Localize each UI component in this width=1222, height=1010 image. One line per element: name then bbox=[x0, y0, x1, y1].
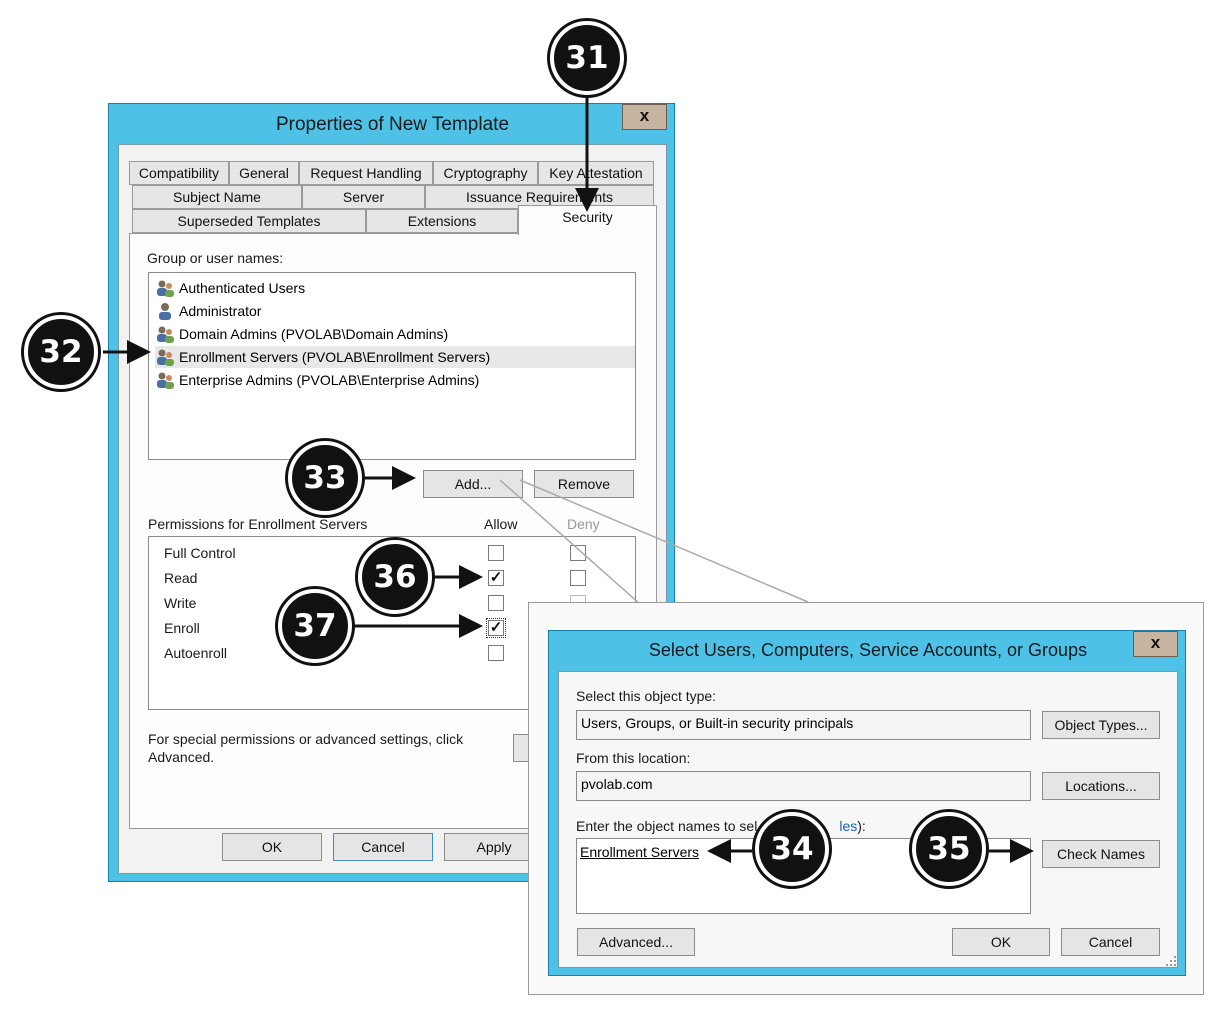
examples-link[interactable]: les bbox=[839, 818, 857, 834]
callout-34: 34 bbox=[755, 812, 829, 886]
read-allow-checkbox[interactable]: ✓ bbox=[488, 570, 504, 586]
list-item[interactable]: Domain Admins (PVOLAB\Domain Admins) bbox=[155, 323, 635, 345]
list-item-label: Enterprise Admins (PVOLAB\Enterprise Adm… bbox=[179, 372, 480, 388]
autoenroll-allow-checkbox[interactable] bbox=[488, 645, 504, 661]
permission-label: Autoenroll bbox=[164, 645, 228, 661]
list-item[interactable]: Authenticated Users bbox=[155, 277, 635, 299]
users-group-icon bbox=[157, 372, 174, 389]
tab-request-handling[interactable]: Request Handling bbox=[299, 161, 433, 185]
users-group-icon bbox=[157, 326, 174, 343]
object-type-field: Users, Groups, or Built-in security prin… bbox=[576, 710, 1031, 740]
user-list[interactable]: Authenticated Users Administrator Domain… bbox=[148, 272, 636, 460]
list-item-label: Domain Admins (PVOLAB\Domain Admins) bbox=[179, 326, 449, 342]
permission-label: Full Control bbox=[164, 545, 236, 561]
tab-general[interactable]: General bbox=[229, 161, 299, 185]
write-allow-checkbox[interactable] bbox=[488, 595, 504, 611]
object-types-button[interactable]: Object Types... bbox=[1042, 711, 1160, 739]
callout-32: 32 bbox=[24, 315, 98, 389]
object-type-label: Select this object type: bbox=[576, 688, 717, 704]
read-deny-checkbox[interactable] bbox=[570, 570, 586, 586]
select-users-dialog: Select Users, Computers, Service Account… bbox=[548, 630, 1186, 976]
resize-grip-icon[interactable] bbox=[1165, 955, 1177, 967]
add-button[interactable]: Add... bbox=[423, 470, 523, 498]
list-item[interactable]: Enterprise Admins (PVOLAB\Enterprise Adm… bbox=[155, 369, 635, 391]
permission-label: Enroll bbox=[164, 620, 200, 636]
list-item-selected[interactable]: Enrollment Servers (PVOLAB\Enrollment Se… bbox=[155, 346, 635, 368]
tab-key-attestation[interactable]: Key Attestation bbox=[538, 161, 654, 185]
select-close-button[interactable]: x bbox=[1133, 631, 1178, 657]
permission-label: Write bbox=[164, 595, 197, 611]
list-item-label: Administrator bbox=[179, 303, 262, 319]
allow-column-header: Allow bbox=[484, 516, 518, 532]
callout-36: 36 bbox=[358, 540, 432, 614]
callout-37: 37 bbox=[278, 589, 352, 663]
tab-cryptography[interactable]: Cryptography bbox=[433, 161, 538, 185]
tab-server[interactable]: Server bbox=[302, 185, 425, 209]
tab-security[interactable]: Security bbox=[518, 205, 657, 235]
deny-column-header: Deny bbox=[567, 516, 600, 532]
group-names-label: Group or user names: bbox=[147, 250, 284, 266]
tab-superseded-templates[interactable]: Superseded Templates bbox=[132, 209, 366, 233]
location-field: pvolab.com bbox=[576, 771, 1031, 801]
locations-button[interactable]: Locations... bbox=[1042, 772, 1160, 800]
object-names-label-start: Enter the object names to sel bbox=[576, 818, 758, 834]
callout-31: 31 bbox=[550, 21, 624, 95]
select-advanced-button[interactable]: Advanced... bbox=[577, 928, 695, 956]
object-type-value: Users, Groups, or Built-in security prin… bbox=[581, 715, 854, 731]
tab-subject-name[interactable]: Subject Name bbox=[132, 185, 302, 209]
full-control-deny-checkbox[interactable] bbox=[570, 545, 586, 561]
callout-33: 33 bbox=[288, 441, 362, 515]
list-item-label: Authenticated Users bbox=[179, 280, 306, 296]
tab-extensions[interactable]: Extensions bbox=[366, 209, 518, 233]
select-cancel-button[interactable]: Cancel bbox=[1061, 928, 1160, 956]
remove-button[interactable]: Remove bbox=[534, 470, 634, 498]
users-group-icon bbox=[157, 349, 174, 366]
special-permissions-text-2: Advanced. bbox=[148, 749, 215, 765]
select-dialog-title: Select Users, Computers, Service Account… bbox=[648, 640, 1088, 660]
callout-35: 35 bbox=[912, 812, 986, 886]
check-names-button[interactable]: Check Names bbox=[1042, 840, 1160, 868]
tab-compatibility[interactable]: Compatibility bbox=[129, 161, 229, 185]
dialog-title: Properties of New Template bbox=[275, 114, 510, 135]
select-ok-button[interactable]: OK bbox=[952, 928, 1050, 956]
ok-button[interactable]: OK bbox=[222, 833, 322, 861]
permission-label: Read bbox=[164, 570, 198, 586]
close-button[interactable]: x bbox=[622, 104, 667, 130]
users-group-icon bbox=[157, 280, 174, 297]
cancel-button[interactable]: Cancel bbox=[333, 833, 433, 861]
full-control-allow-checkbox[interactable] bbox=[488, 545, 504, 561]
user-icon bbox=[159, 303, 171, 320]
enroll-allow-checkbox[interactable]: ✓ bbox=[486, 618, 506, 638]
location-label: From this location: bbox=[576, 750, 691, 766]
special-permissions-text: For special permissions or advanced sett… bbox=[148, 731, 464, 747]
object-names-label-end: ): bbox=[857, 818, 866, 834]
object-names-value: Enrollment Servers bbox=[580, 844, 700, 860]
location-value: pvolab.com bbox=[581, 776, 653, 792]
list-item[interactable]: Administrator bbox=[155, 300, 635, 322]
permissions-label: Permissions for Enrollment Servers bbox=[148, 516, 368, 532]
list-item-label: Enrollment Servers (PVOLAB\Enrollment Se… bbox=[179, 349, 491, 365]
select-dialog-client: Select this object type: Users, Groups, … bbox=[558, 671, 1178, 968]
